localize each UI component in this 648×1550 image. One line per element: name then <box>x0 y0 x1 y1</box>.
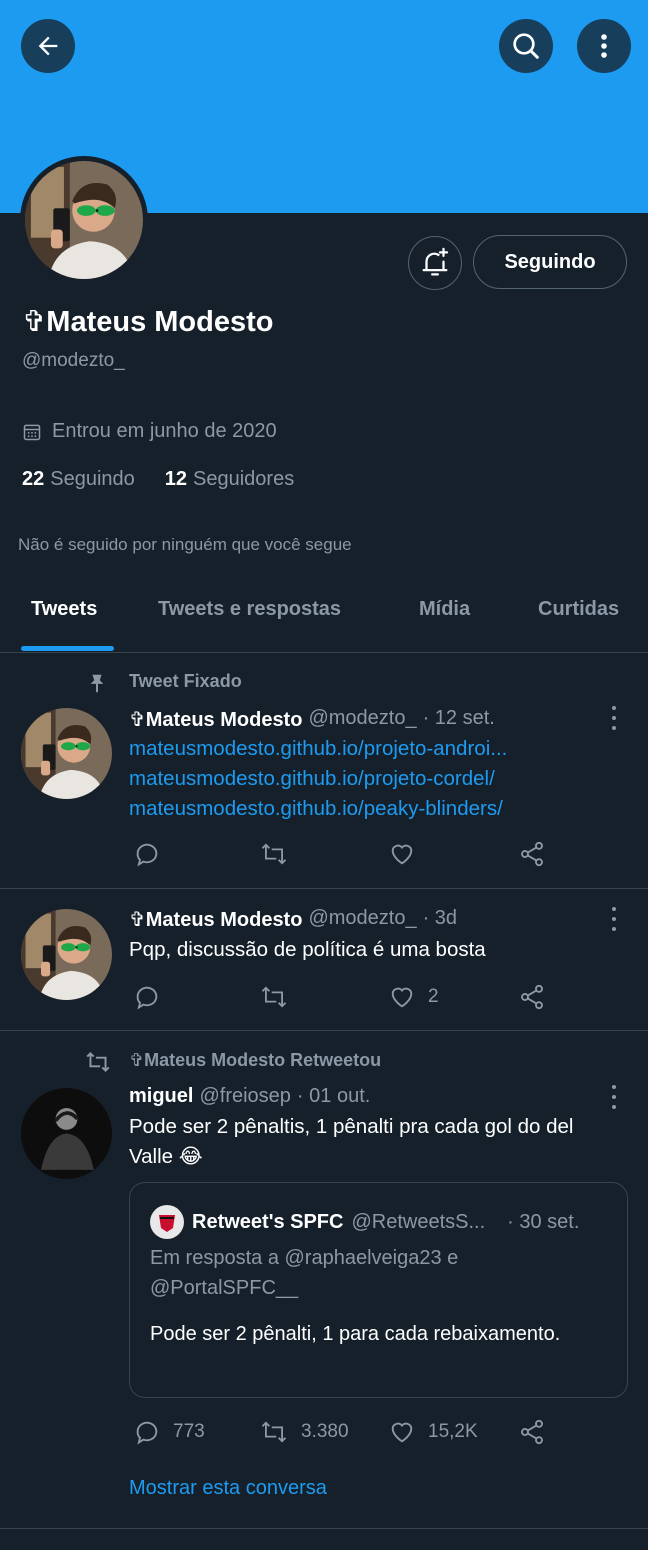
avatar[interactable] <box>21 708 112 799</box>
heart-icon <box>391 1422 413 1443</box>
tab-likes[interactable]: Curtidas <box>538 598 619 621</box>
share-button[interactable] <box>518 840 546 868</box>
share-icon <box>521 841 543 867</box>
tweet-link[interactable]: mateusmodesto.github.io/peaky-blinders/ <box>129 794 559 824</box>
retweet-count: 3.380 <box>301 1421 349 1442</box>
mutual-followers-note: Não é seguido por ninguém que você segue <box>18 535 352 554</box>
reply-icon <box>136 1421 158 1445</box>
reply-count: 773 <box>173 1421 205 1442</box>
followers-link[interactable]: 12 Seguidores <box>165 468 294 491</box>
tweet-text: Pqp, discussão de política é uma bosta <box>129 938 486 961</box>
like-button[interactable]: 2 <box>388 983 439 1011</box>
reply-icon <box>136 843 158 867</box>
reply-context: Em resposta a @raphaelveiga23 e @PortalS… <box>150 1247 459 1299</box>
bell-plus-icon <box>422 247 449 276</box>
retweeted-label: ✞Mateus Modesto Retweetou <box>129 1050 382 1070</box>
profile-name: ✞Mateus Modesto <box>22 306 274 338</box>
profile-avatar[interactable] <box>20 156 148 284</box>
reply-button[interactable] <box>133 983 161 1011</box>
retweet-button[interactable] <box>259 983 289 1011</box>
search-button[interactable] <box>499 19 553 73</box>
tweet-text: Pode ser 2 pênaltis, 1 pênalti pra cada … <box>129 1115 574 1168</box>
tweet-body: mateusmodesto.github.io/projeto-androi..… <box>129 734 629 824</box>
tweet-link[interactable]: mateusmodesto.github.io/projeto-cordel/ <box>129 764 559 794</box>
tweet-actions: 773 3.380 15,2K <box>129 1418 629 1448</box>
quoted-tweet[interactable]: Retweet's SPFC @RetweetsS... · 30 set. E… <box>129 1182 628 1398</box>
profile-handle: @modezto_ <box>22 350 125 371</box>
back-button[interactable] <box>21 19 75 73</box>
share-button[interactable] <box>518 1418 546 1446</box>
heart-icon <box>391 987 413 1008</box>
heart-icon <box>391 844 413 865</box>
joined-date: Entrou em junho de 2020 <box>22 420 277 443</box>
active-tab-indicator <box>21 646 114 651</box>
spfc-avatar <box>150 1205 184 1239</box>
follow-counts: 22 Seguindo 12 Seguidores <box>22 468 294 491</box>
avatar[interactable] <box>21 1088 112 1179</box>
tweet-header: miguel @freiosep · 01 out. <box>129 1085 371 1107</box>
following-link[interactable]: 22 Seguindo <box>22 468 135 491</box>
retweet-icon <box>261 1421 287 1443</box>
tweet-header: ✞Mateus Modesto @modezto_ · 12 set. <box>129 707 495 731</box>
reply-icon <box>136 986 158 1010</box>
retweet-icon <box>86 1052 110 1072</box>
show-conversation-link[interactable]: Mostrar esta conversa <box>129 1477 327 1500</box>
tab-media[interactable]: Mídia <box>419 598 470 621</box>
retweet-icon <box>261 843 287 865</box>
search-icon <box>513 33 539 59</box>
retweet-button[interactable] <box>259 840 289 868</box>
tweet-more-icon[interactable] <box>604 706 624 730</box>
tab-tweets-replies[interactable]: Tweets e respostas <box>158 598 341 621</box>
share-icon <box>521 984 543 1010</box>
reply-button[interactable] <box>133 840 161 868</box>
retweet-button[interactable]: 3.380 <box>259 1418 349 1446</box>
tweet-link[interactable]: mateusmodesto.github.io/projeto-androi..… <box>129 734 559 764</box>
pinned-label: Tweet Fixado <box>129 671 242 691</box>
like-button[interactable]: 15,2K <box>388 1418 478 1446</box>
tab-tweets[interactable]: Tweets <box>31 598 97 621</box>
more-options-button[interactable] <box>577 19 631 73</box>
pin-icon <box>90 674 104 693</box>
more-vertical-icon <box>601 34 607 58</box>
tweet[interactable]: ✞Mateus Modesto @modezto_ · 3d Pqp, disc… <box>0 889 648 1031</box>
like-button[interactable] <box>388 840 416 868</box>
notifications-button[interactable] <box>408 236 462 290</box>
following-button[interactable]: Seguindo <box>473 235 627 289</box>
like-count: 15,2K <box>428 1421 478 1442</box>
arrow-left-icon <box>38 36 58 56</box>
like-count: 2 <box>428 986 439 1007</box>
share-icon <box>521 1419 543 1445</box>
tweet-pinned[interactable]: Tweet Fixado ✞Mateus Modesto @modezto_ ·… <box>0 654 648 889</box>
tweet-header: ✞Mateus Modesto @modezto_ · 3d <box>129 907 458 931</box>
reply-button[interactable]: 773 <box>133 1418 205 1446</box>
avatar[interactable] <box>21 909 112 1000</box>
calendar-icon <box>23 424 41 440</box>
tweet-actions <box>129 840 629 870</box>
quoted-tweet-header: Retweet's SPFC @RetweetsS... · 30 set. <box>150 1205 579 1239</box>
tweet-retweeted[interactable]: ✞Mateus Modesto Retweetou miguel @freios… <box>0 1031 648 1529</box>
quoted-tweet-text: Pode ser 2 pênalti, 1 para cada rebaixam… <box>150 1323 561 1345</box>
share-button[interactable] <box>518 983 546 1011</box>
profile-tabs: Tweets Tweets e respostas Mídia Curtidas <box>0 578 648 653</box>
retweet-icon <box>261 986 287 1008</box>
tweet-more-icon[interactable] <box>604 1085 624 1109</box>
tweet-more-icon[interactable] <box>604 907 624 931</box>
tweet-actions: 2 <box>129 983 629 1013</box>
